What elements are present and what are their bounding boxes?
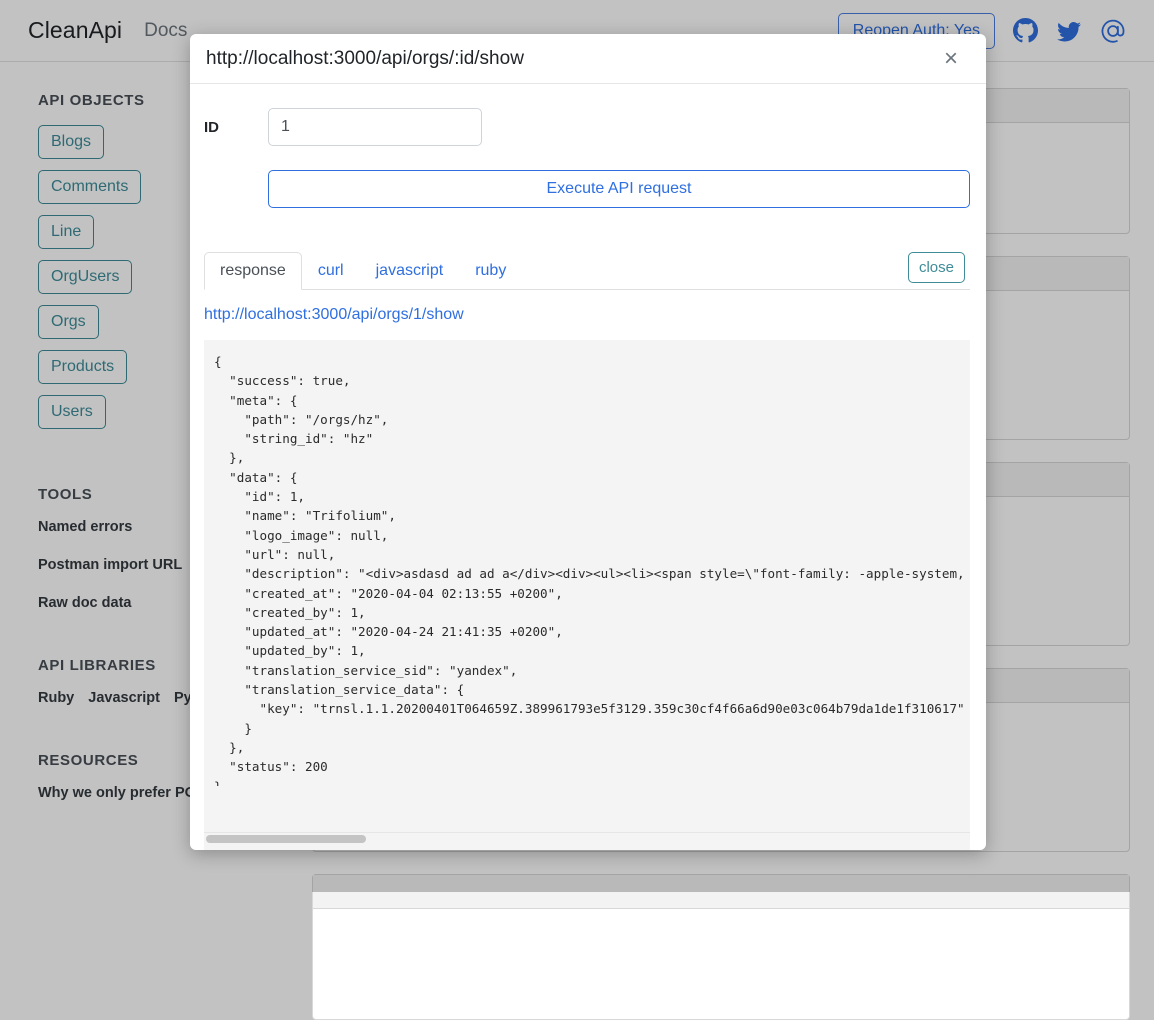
close-response-button[interactable]: close (908, 252, 965, 283)
id-field-row: ID (204, 108, 970, 146)
id-input[interactable] (268, 108, 482, 146)
response-tabs: response curl javascript ruby close (204, 252, 970, 290)
id-field-label: ID (204, 119, 238, 136)
tab-curl[interactable]: curl (302, 252, 360, 290)
response-url-link[interactable]: http://localhost:3000/api/orgs/1/show (204, 306, 970, 324)
modal-title: http://localhost:3000/api/orgs/:id/show (206, 48, 524, 70)
modal-body: ID Execute API request response curl jav… (190, 84, 986, 850)
tab-response[interactable]: response (204, 252, 302, 290)
close-icon[interactable]: × (938, 46, 964, 72)
endpoint-card[interactable] (312, 874, 1130, 1020)
execute-api-request-button[interactable]: Execute API request (268, 170, 970, 208)
modal-header: http://localhost:3000/api/orgs/:id/show … (190, 34, 986, 84)
code-horizontal-scrollbar[interactable] (204, 832, 970, 842)
response-code-panel: { "success": true, "meta": { "path": "/o… (204, 340, 970, 850)
response-json: { "success": true, "meta": { "path": "/o… (204, 340, 970, 786)
endpoint-card-body (313, 909, 1129, 1019)
tab-ruby[interactable]: ruby (459, 252, 522, 290)
api-request-modal: http://localhost:3000/api/orgs/:id/show … (190, 34, 986, 850)
tab-javascript[interactable]: javascript (360, 252, 460, 290)
code-scrollbar-thumb[interactable] (206, 835, 366, 843)
